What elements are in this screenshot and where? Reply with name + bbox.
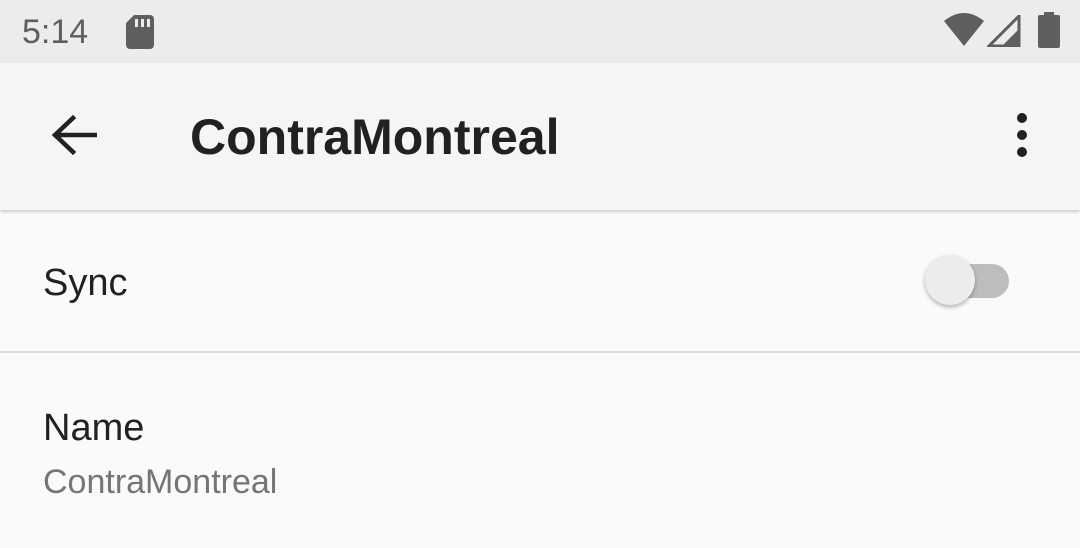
- wifi-icon: [944, 13, 984, 52]
- page-title: ContraMontreal: [190, 109, 560, 165]
- more-vert-icon: [1016, 112, 1028, 162]
- back-arrow-icon: [51, 114, 98, 160]
- battery-icon: [1038, 12, 1060, 53]
- sync-toggle[interactable]: [925, 255, 1011, 307]
- back-button[interactable]: [34, 97, 114, 177]
- sync-label: Sync: [43, 262, 128, 304]
- sync-setting-row[interactable]: Sync: [0, 210, 1080, 353]
- app-bar: ContraMontreal: [0, 63, 1080, 210]
- status-time: 5:14: [22, 13, 89, 51]
- status-bar: 5:14: [0, 0, 1080, 63]
- name-label: Name: [43, 407, 145, 449]
- sd-card-icon: [126, 15, 154, 54]
- more-options-button[interactable]: [982, 97, 1062, 177]
- sync-toggle-thumb: [925, 255, 975, 305]
- name-setting-row[interactable]: Name ContraMontreal: [0, 353, 1080, 543]
- settings-list: Sync Name ContraMontreal: [0, 210, 1080, 543]
- name-value: ContraMontreal: [43, 463, 278, 501]
- cell-signal-icon: [985, 12, 1021, 52]
